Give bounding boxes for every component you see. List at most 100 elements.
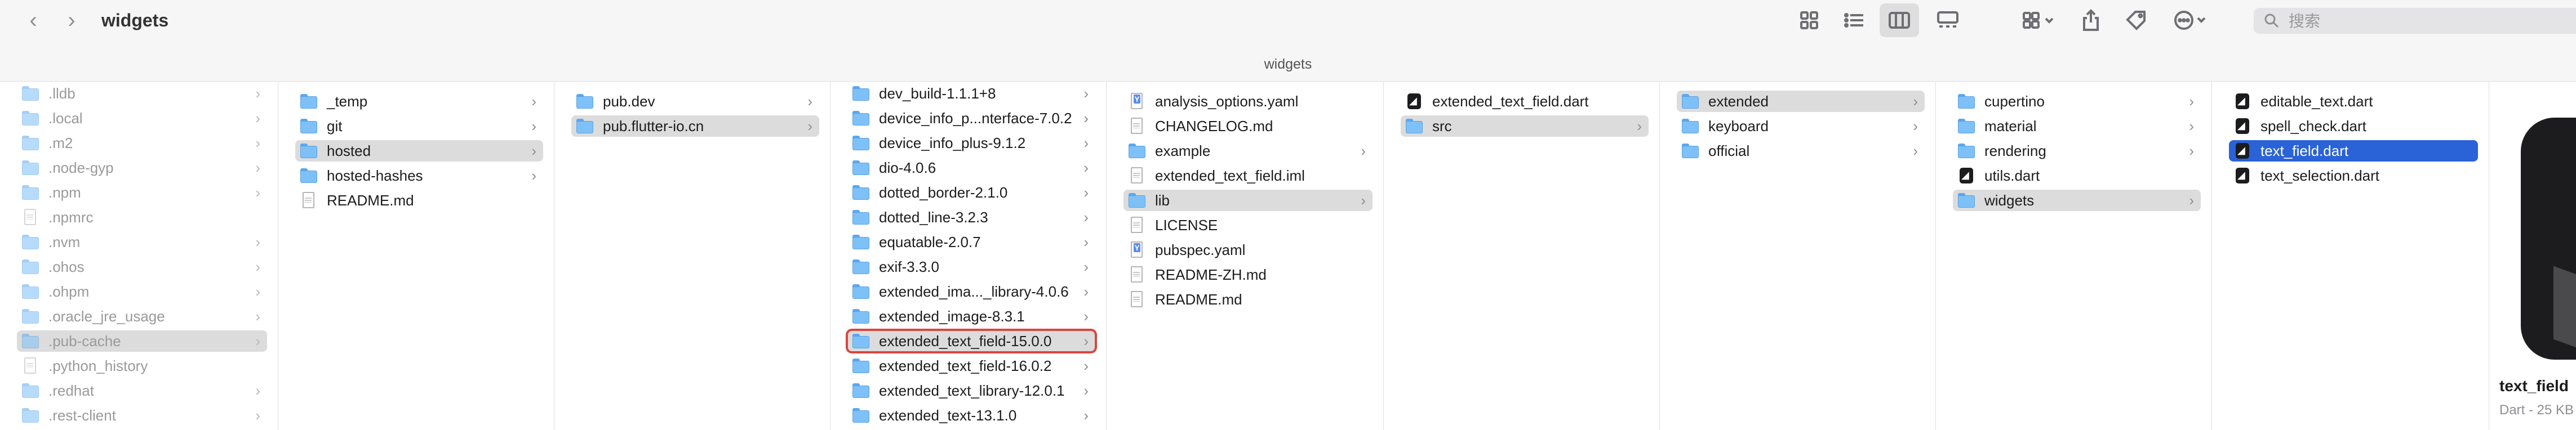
chevron-right-icon: › <box>255 159 260 176</box>
folder-row[interactable]: extended_text_library-12.0.1 › <box>847 380 1095 401</box>
path-title-bar: widgets <box>0 47 2576 82</box>
folder-row[interactable]: .lldb › <box>17 83 267 104</box>
column-6[interactable]: extended_text_field.dart src › <box>1384 82 1660 430</box>
tag-button[interactable] <box>2116 3 2156 37</box>
folder-row[interactable]: material › <box>1953 115 2201 137</box>
chevron-right-icon: › <box>1913 142 1918 159</box>
folder-row[interactable]: extended_text-13.1.0 › <box>847 405 1095 426</box>
row-label: README.md <box>1155 291 1242 308</box>
file-row[interactable]: extended_text_field.dart <box>1401 91 1649 112</box>
column-5[interactable]: analysis_options.yaml CHANGELOG.md example… <box>1107 82 1384 430</box>
folder-row[interactable]: widgets › <box>1953 190 2201 211</box>
yaml-file-icon <box>1128 241 1146 259</box>
folder-row[interactable]: git › <box>295 115 543 137</box>
column-9[interactable]: editable_text.dart spell_check.dart text_f… <box>2212 82 2489 430</box>
folder-row[interactable]: device_info_p...nterface-7.0.2 › <box>847 107 1095 129</box>
chevron-right-icon: › <box>1361 192 1366 209</box>
column-1[interactable]: .lldb › .local › .m2 › .node-gyp › .npm › .npmrc .n… <box>0 82 278 430</box>
file-row[interactable]: .python_history <box>17 355 267 377</box>
folder-row[interactable]: extended_text_field-16.0.2 › <box>847 355 1095 377</box>
file-row[interactable]: spell_check.dart <box>2229 115 2478 137</box>
chevron-right-icon: › <box>1083 184 1089 201</box>
folder-row[interactable]: pub.dev › <box>571 91 819 112</box>
file-row[interactable]: LICENSE <box>1123 214 1373 236</box>
folder-row[interactable]: dev_build-1.1.1+8 › <box>847 83 1095 104</box>
folder-row[interactable]: dotted_line-3.2.3 › <box>847 207 1095 228</box>
folder-row[interactable]: _temp › <box>295 91 543 112</box>
chevron-right-icon: › <box>255 407 260 424</box>
folder-row[interactable]: .local › <box>17 107 267 129</box>
folder-icon <box>21 332 39 350</box>
view-gallery-button[interactable] <box>1928 3 1967 37</box>
file-row[interactable]: editable_text.dart <box>2229 91 2478 112</box>
folder-row[interactable]: hosted › <box>295 140 543 162</box>
column-2[interactable]: _temp › git › hosted › hosted-hashes › README.md <box>278 82 554 430</box>
folder-row[interactable]: .rest-client › <box>17 405 267 426</box>
folder-row[interactable]: extended_ima..._library-4.0.6 › <box>847 281 1095 302</box>
more-actions-button[interactable] <box>2166 3 2217 37</box>
column-8[interactable]: cupertino › material › rendering › utils.dart w… <box>1936 82 2212 430</box>
folder-row[interactable]: .node-gyp › <box>17 157 267 178</box>
folder-row[interactable]: hosted-hashes › <box>295 165 543 186</box>
folder-row[interactable]: .nvm › <box>17 231 267 253</box>
folder-row[interactable]: .ohpm › <box>17 281 267 302</box>
folder-row[interactable]: extended_text_field-15.0.0 › <box>846 329 1097 353</box>
search-input[interactable] <box>2288 8 2571 35</box>
folder-row[interactable]: .ohos › <box>17 256 267 277</box>
file-row[interactable]: utils.dart <box>1953 165 2201 186</box>
column-3[interactable]: pub.dev › pub.flutter-io.cn › <box>554 82 830 430</box>
chevron-right-icon: › <box>1083 407 1089 424</box>
view-list-button[interactable] <box>1835 3 1874 37</box>
row-label: .npmrc <box>48 209 94 226</box>
folder-row[interactable]: official › <box>1677 140 1925 162</box>
folder-row[interactable]: .oracle_jre_usage › <box>17 306 267 327</box>
file-row[interactable]: text_field.dart <box>2229 140 2478 162</box>
folder-row[interactable]: .m2 › <box>17 132 267 154</box>
search-field[interactable] <box>2254 8 2576 35</box>
back-button[interactable]: ‹ <box>17 3 50 37</box>
search-icon <box>2264 14 2279 28</box>
forward-button[interactable]: › <box>55 3 88 37</box>
folder-row[interactable]: extended_image-8.3.1 › <box>847 306 1095 327</box>
folder-row[interactable]: dio-4.0.6 › <box>847 157 1095 178</box>
folder-row[interactable]: example › <box>1123 140 1373 162</box>
folder-row[interactable]: .pub-cache › <box>17 330 267 352</box>
folder-row[interactable]: cupertino › <box>1953 91 2201 112</box>
view-columns-button[interactable] <box>1880 3 1919 37</box>
file-row[interactable]: README.md <box>1123 289 1373 310</box>
share-button[interactable] <box>2071 3 2111 37</box>
file-row[interactable]: extended_text_field.iml <box>1123 165 1373 186</box>
folder-row[interactable]: equatable-2.0.7 › <box>847 231 1095 253</box>
folder-icon <box>300 117 318 135</box>
file-row[interactable]: .npmrc <box>17 207 267 228</box>
file-row[interactable]: analysis_options.yaml <box>1123 91 1373 112</box>
file-row[interactable]: text_selection.dart <box>2229 165 2478 186</box>
folder-icon <box>1681 92 1699 110</box>
folder-row[interactable]: lib › <box>1123 190 1373 211</box>
file-row[interactable]: CHANGELOG.md <box>1123 115 1373 137</box>
dart-file-icon <box>2233 142 2251 160</box>
folder-icon <box>576 117 594 135</box>
folder-row[interactable]: extended › <box>1677 91 1925 112</box>
folder-row[interactable]: .npm › <box>17 182 267 203</box>
folder-row[interactable]: device_info_plus-9.1.2 › <box>847 132 1095 154</box>
file-row[interactable]: pubspec.yaml <box>1123 239 1373 261</box>
view-icons-button[interactable] <box>1789 3 1829 37</box>
folder-row[interactable]: exif-3.3.0 › <box>847 256 1095 277</box>
ellipsis-circle-icon <box>2174 11 2206 30</box>
row-label: .local <box>48 110 83 127</box>
folder-row[interactable]: rendering › <box>1953 140 2201 162</box>
column-4[interactable]: dev_build-1.1.1+8 › device_info_p...nterfa… <box>830 82 1107 430</box>
chevron-right-icon: › <box>1083 209 1089 226</box>
chevron-right-icon: › <box>531 118 536 135</box>
file-row[interactable]: README-ZH.md <box>1123 264 1373 285</box>
folder-row[interactable]: keyboard › <box>1677 115 1925 137</box>
folder-row[interactable]: .redhat › <box>17 380 267 401</box>
column-7[interactable]: extended › keyboard › official › <box>1660 82 1936 430</box>
group-menu-button[interactable] <box>2015 3 2063 37</box>
file-row[interactable]: README.md <box>295 190 543 211</box>
folder-row[interactable]: pub.flutter-io.cn › <box>571 115 819 137</box>
dart-file-icon <box>2233 92 2251 110</box>
folder-row[interactable]: src › <box>1401 115 1649 137</box>
folder-row[interactable]: dotted_border-2.1.0 › <box>847 182 1095 203</box>
